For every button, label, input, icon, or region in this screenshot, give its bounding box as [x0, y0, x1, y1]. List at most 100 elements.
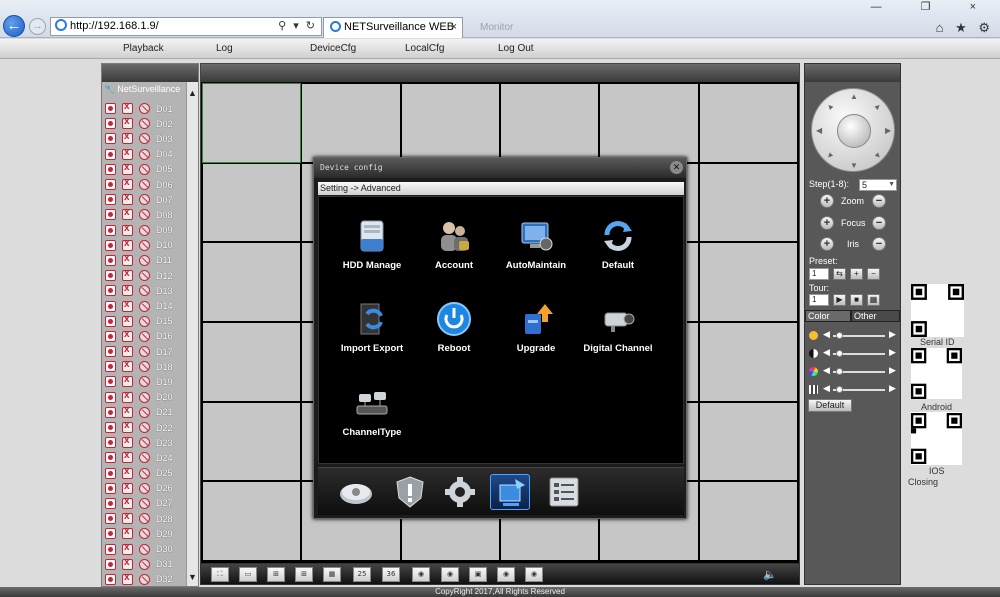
zoom-in-button[interactable]: +	[820, 194, 834, 208]
disconnect-icon[interactable]	[122, 496, 133, 509]
slider-thumb[interactable]	[836, 350, 843, 357]
list-item[interactable]: D11	[102, 253, 188, 268]
config-item-hdd[interactable]: HDD Manage	[327, 217, 417, 287]
record-icon[interactable]	[105, 300, 116, 312]
camera-off-icon[interactable]	[139, 467, 150, 479]
increase-icon[interactable]: ▶	[889, 329, 896, 340]
disconnect-icon[interactable]	[122, 359, 133, 373]
ptz-dpad[interactable]: ▲ ▼ ◀ ▶ ▲ ▲ ▼ ▼	[811, 88, 895, 172]
layout-4-icon[interactable]: ⊞	[267, 567, 285, 582]
disconnect-icon[interactable]	[122, 314, 133, 327]
record-icon[interactable]	[336, 474, 376, 510]
camera-off-icon[interactable]	[139, 224, 150, 236]
increase-icon[interactable]: ▶	[889, 383, 896, 394]
tour-play-icon[interactable]: ▶	[833, 294, 846, 306]
camera-off-icon[interactable]	[139, 482, 150, 494]
scroll-down-icon[interactable]: ▼	[188, 572, 197, 582]
disconnect-icon[interactable]	[122, 481, 133, 494]
disconnect-icon[interactable]	[122, 147, 133, 160]
step-select[interactable]: 5 ▼	[859, 179, 897, 191]
config-item-automaintain[interactable]: AutoMaintain	[491, 217, 581, 287]
iris-in-button[interactable]: +	[820, 237, 834, 251]
ptz-down-icon[interactable]: ▼	[850, 161, 858, 170]
video-cell[interactable]	[699, 402, 797, 481]
list-item[interactable]: D10	[102, 238, 188, 253]
video-cell[interactable]	[201, 83, 302, 163]
list-item[interactable]: D27	[102, 496, 188, 511]
record-icon[interactable]	[105, 118, 116, 130]
hue-slider[interactable]: ◀ ▶	[809, 383, 897, 396]
disconnect-icon[interactable]	[122, 450, 133, 464]
close-icon[interactable]: ✕	[670, 161, 683, 174]
record-icon[interactable]	[105, 239, 116, 251]
tab-other[interactable]: Other	[851, 310, 900, 322]
increase-icon[interactable]: ▶	[889, 347, 896, 358]
nav-logout[interactable]: Log Out	[498, 43, 534, 54]
record-icon[interactable]	[105, 513, 116, 525]
config-item-upgrade[interactable]: Upgrade	[491, 300, 581, 370]
list-item[interactable]: D03	[102, 131, 188, 146]
disconnect-icon[interactable]	[122, 329, 133, 342]
slider-thumb[interactable]	[836, 368, 843, 375]
preset-add-icon[interactable]: +	[850, 268, 863, 280]
disconnect-icon[interactable]	[122, 435, 133, 449]
video-cell[interactable]	[203, 322, 301, 401]
nav-localcfg[interactable]: LocalCfg	[405, 43, 444, 54]
ptz-left-icon[interactable]: ◀	[816, 126, 822, 135]
list-item[interactable]: D22	[102, 420, 188, 435]
slider-thumb[interactable]	[836, 332, 843, 339]
record-icon[interactable]	[105, 270, 116, 282]
config-item-default[interactable]: Default	[573, 217, 663, 287]
video-cell[interactable]	[600, 84, 698, 162]
record-icon[interactable]	[105, 391, 116, 403]
tour-input[interactable]: 1	[809, 294, 829, 306]
ptz-center-button[interactable]	[837, 114, 871, 148]
disconnect-icon[interactable]	[122, 162, 133, 175]
closing-link[interactable]: Closing	[908, 477, 938, 487]
camera-off-icon[interactable]	[139, 254, 150, 266]
slider-thumb[interactable]	[836, 386, 843, 393]
decrease-icon[interactable]: ◀	[823, 329, 830, 340]
video-cell[interactable]	[699, 243, 797, 321]
list-item[interactable]: D26	[102, 481, 188, 496]
list-item[interactable]: D29	[102, 526, 188, 541]
list-item[interactable]: D18	[102, 359, 188, 374]
record-icon[interactable]	[105, 573, 116, 585]
ptz-down-right-icon[interactable]: ▼	[872, 150, 884, 162]
video-cell[interactable]	[203, 243, 301, 321]
disconnect-icon[interactable]	[122, 466, 133, 479]
list-item[interactable]: D07	[102, 192, 188, 207]
camera-off-icon[interactable]	[139, 543, 150, 555]
tour-grid-icon[interactable]: ▦	[867, 294, 880, 306]
camera-off-icon[interactable]	[139, 573, 150, 585]
record-icon[interactable]	[105, 376, 116, 388]
tour-stop-icon[interactable]: ■	[850, 294, 863, 306]
record-icon[interactable]	[105, 330, 116, 342]
layout-16-icon[interactable]: ▦	[323, 567, 341, 582]
record-icon[interactable]	[105, 452, 116, 464]
camera-off-icon[interactable]	[139, 300, 150, 312]
window-controls[interactable]: — ❐ ×	[871, 0, 994, 13]
tab-color[interactable]: Color	[805, 310, 851, 322]
stop-record-icon[interactable]: ◉	[441, 567, 459, 582]
stop-talk-icon[interactable]: ◉	[525, 567, 543, 582]
record-icon[interactable]	[105, 194, 116, 206]
list-item[interactable]: D04	[102, 147, 188, 162]
list-item[interactable]: D19	[102, 374, 188, 389]
scroll-up-icon[interactable]: ▲	[188, 88, 197, 98]
camera-off-icon[interactable]	[139, 558, 150, 570]
contrast-slider[interactable]: ◀ ▶	[809, 347, 897, 360]
camera-off-icon[interactable]	[139, 103, 150, 115]
video-cell[interactable]	[203, 482, 301, 560]
record-icon[interactable]	[105, 497, 116, 509]
brightness-slider[interactable]: ◀ ▶	[809, 329, 897, 342]
nav-log[interactable]: Log	[216, 43, 233, 54]
address-bar[interactable]: http://192.168.1.9/ ⚲ ▾ ↻	[50, 17, 322, 36]
record-icon[interactable]	[105, 361, 116, 373]
video-cell[interactable]	[699, 163, 797, 242]
list-item[interactable]: D20	[102, 390, 188, 405]
record-icon[interactable]	[105, 285, 116, 297]
record-icon[interactable]	[105, 346, 116, 358]
camera-off-icon[interactable]	[139, 118, 150, 130]
volume-icon[interactable]: 🔈	[763, 568, 777, 581]
